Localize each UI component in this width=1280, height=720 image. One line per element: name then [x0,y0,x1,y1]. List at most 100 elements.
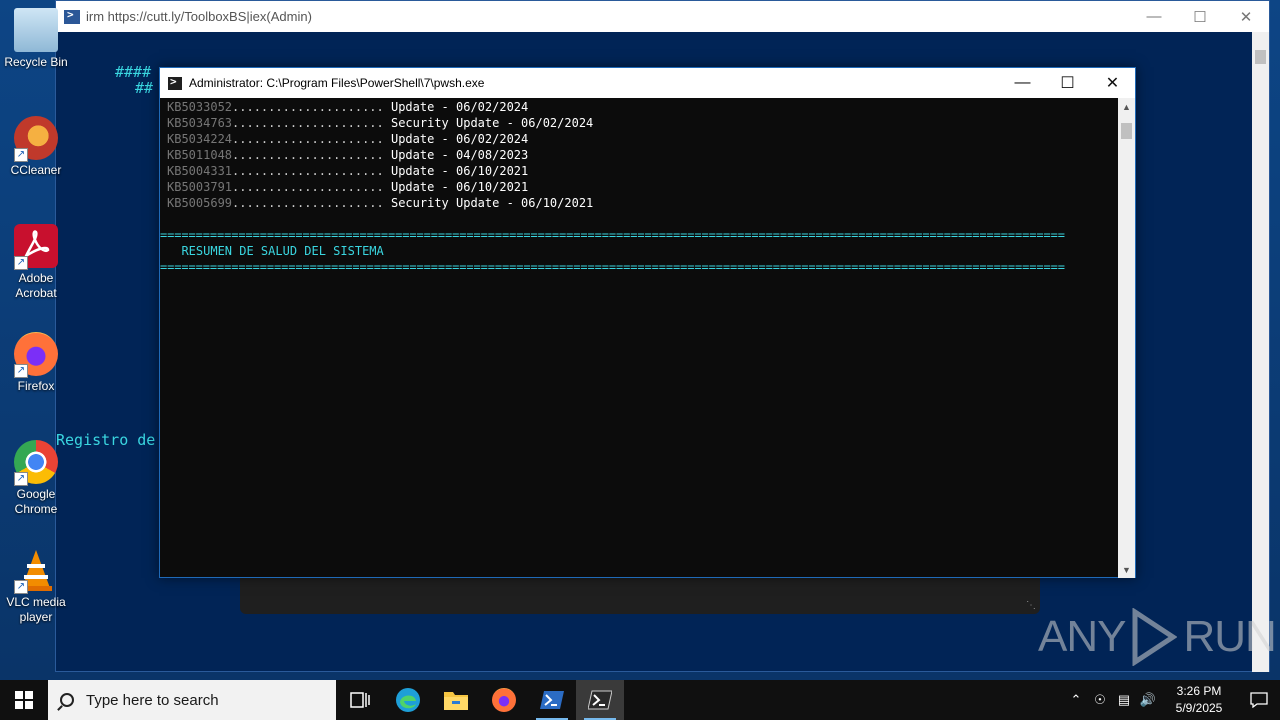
update-line: KB5004331..................... Update - … [167,163,1119,179]
watermark-text-right: RUN [1183,612,1276,661]
shortcut-arrow-icon: ↗ [14,256,28,270]
desktop-icon-label: Adobe Acrobat [15,271,57,300]
desktop-icon-label: Google Chrome [14,487,58,516]
back-console-text-2: ## [135,79,154,97]
search-placeholder: Type here to search [86,691,219,709]
back-window-titlebar[interactable]: irm https://cutt.ly/ToolboxBS|iex(Admin)… [56,1,1269,32]
ccleaner-icon: ↗ [14,116,58,162]
clock[interactable]: 3:26 PM 5/9/2025 [1160,683,1238,717]
update-line: KB5003791..................... Update - … [167,179,1119,195]
shortcut-arrow-icon: ↗ [14,472,28,486]
desktop-icon-adobe-acrobat[interactable]: ↗ Adobe Acrobat [0,224,72,301]
minimize-button[interactable]: — [1000,68,1045,98]
dot-leader: ..................... [232,148,384,162]
resize-grip-icon[interactable]: ⋱ [1026,600,1036,611]
dot-leader: ..................... [232,164,384,178]
kb-number: KB5033052 [167,100,233,114]
taskbar-powershell[interactable] [528,680,576,720]
minimize-button[interactable]: — [1131,1,1177,32]
update-description: Update - 06/10/2021 [383,164,529,178]
firefox-icon [492,688,516,712]
folder-icon [444,692,468,710]
pwsh-window-title: Administrator: C:\Program Files\PowerShe… [189,76,485,90]
windows-logo-icon [15,691,33,709]
desktop-icon-label: CCleaner [10,163,62,177]
dot-leader: ..................... [232,116,384,130]
volume-icon[interactable]: 🔊 [1136,692,1160,708]
desktop-icon-chrome[interactable]: ↗ Google Chrome [0,440,72,517]
update-description: Update - 06/02/2024 [383,132,529,146]
update-description: Security Update - 06/02/2024 [383,116,594,130]
task-view-button[interactable] [336,680,384,720]
task-view-icon [350,692,370,708]
search-icon [60,693,74,707]
security-icon[interactable]: ☉ [1088,692,1112,708]
scroll-down-arrow-icon[interactable]: ▼ [1118,561,1135,578]
taskbar-firefox[interactable] [480,680,528,720]
recycle-bin-icon [14,8,58,52]
console-output[interactable]: KB5033052..................... Update - … [160,98,1119,578]
desktop-icon-label: Recycle Bin [4,55,68,69]
chevron-up-icon[interactable]: ⌃ [1064,692,1088,708]
close-button[interactable]: ✕ [1090,68,1135,98]
kb-number: KB5004331 [167,164,233,178]
separator-line: ========================================… [160,260,1065,274]
maximize-button[interactable]: ☐ [1045,68,1090,98]
back-scrollbar-thumb[interactable] [1255,50,1266,64]
edge-icon [396,688,420,712]
section-heading: RESUMEN DE SALUD DEL SISTEMA [167,244,384,258]
scrollbar-thumb[interactable] [1121,123,1132,139]
update-description: Security Update - 06/10/2021 [383,196,594,210]
network-icon[interactable]: ▤ [1112,692,1136,708]
scroll-up-arrow-icon[interactable]: ▲ [1118,98,1135,115]
kb-number: KB5034763 [167,116,233,130]
update-description: Update - 04/08/2023 [383,148,529,162]
play-logo-icon [1132,608,1178,666]
taskbar-search-box[interactable]: Type here to search [48,680,336,720]
powershell-icon [540,691,564,709]
back-window-title: irm https://cutt.ly/ToolboxBS|iex(Admin) [86,9,312,24]
shortcut-arrow-icon: ↗ [14,580,28,594]
taskbar-file-explorer[interactable] [432,680,480,720]
pwsh-titlebar[interactable]: Administrator: C:\Program Files\PowerShe… [160,68,1135,98]
shortcut-arrow-icon: ↗ [14,148,28,162]
kb-number: KB5003791 [167,180,233,194]
dot-leader: ..................... [232,132,384,146]
pwsh-scrollbar[interactable]: ▲ ▼ [1118,98,1135,578]
maximize-button[interactable]: ☐ [1177,1,1223,32]
anyrun-watermark: ANY RUN [1038,608,1277,666]
terminal-icon [168,75,182,90]
back-scrollbar[interactable] [1252,32,1269,672]
terminal-icon [588,690,612,710]
desktop-icon-label: VLC media player [6,595,66,624]
taskbar-pwsh[interactable] [576,680,624,720]
update-description: Update - 06/10/2021 [383,180,529,194]
desktop-icon-label: Firefox [17,379,55,393]
firefox-icon: ↗ [14,332,58,378]
kb-number: KB5011048 [167,148,233,162]
dot-leader: ..................... [232,196,384,210]
taskbar-edge[interactable] [384,680,432,720]
notification-button[interactable] [1238,680,1280,720]
update-line: KB5033052..................... Update - … [167,99,1119,115]
update-line: KB5034763..................... Security … [167,115,1119,131]
close-button[interactable]: ✕ [1223,1,1269,32]
dot-leader: ..................... [232,100,384,114]
chrome-icon: ↗ [14,440,58,486]
clock-time: 3:26 PM [1176,684,1222,698]
start-button[interactable] [0,680,48,720]
desktop-icon-recycle-bin[interactable]: Recycle Bin [0,8,72,70]
kb-number: KB5034224 [167,132,233,146]
vlc-icon: ↗ [14,548,58,594]
desktop-icon-ccleaner[interactable]: ↗ CCleaner [0,116,72,178]
watermark-text-left: ANY [1038,612,1126,661]
update-line: KB5011048..................... Update - … [167,147,1119,163]
dot-leader: ..................... [232,180,384,194]
separator-line: ========================================… [160,228,1065,242]
pwsh-window[interactable]: Administrator: C:\Program Files\PowerShe… [159,67,1136,578]
desktop-icon-firefox[interactable]: ↗ Firefox [0,332,72,394]
notification-icon [1250,692,1268,708]
desktop-icon-vlc[interactable]: ↗ VLC media player [0,548,72,625]
adobe-acrobat-icon: ↗ [14,224,58,270]
background-terminal-window[interactable]: ⋱ [240,578,1040,614]
